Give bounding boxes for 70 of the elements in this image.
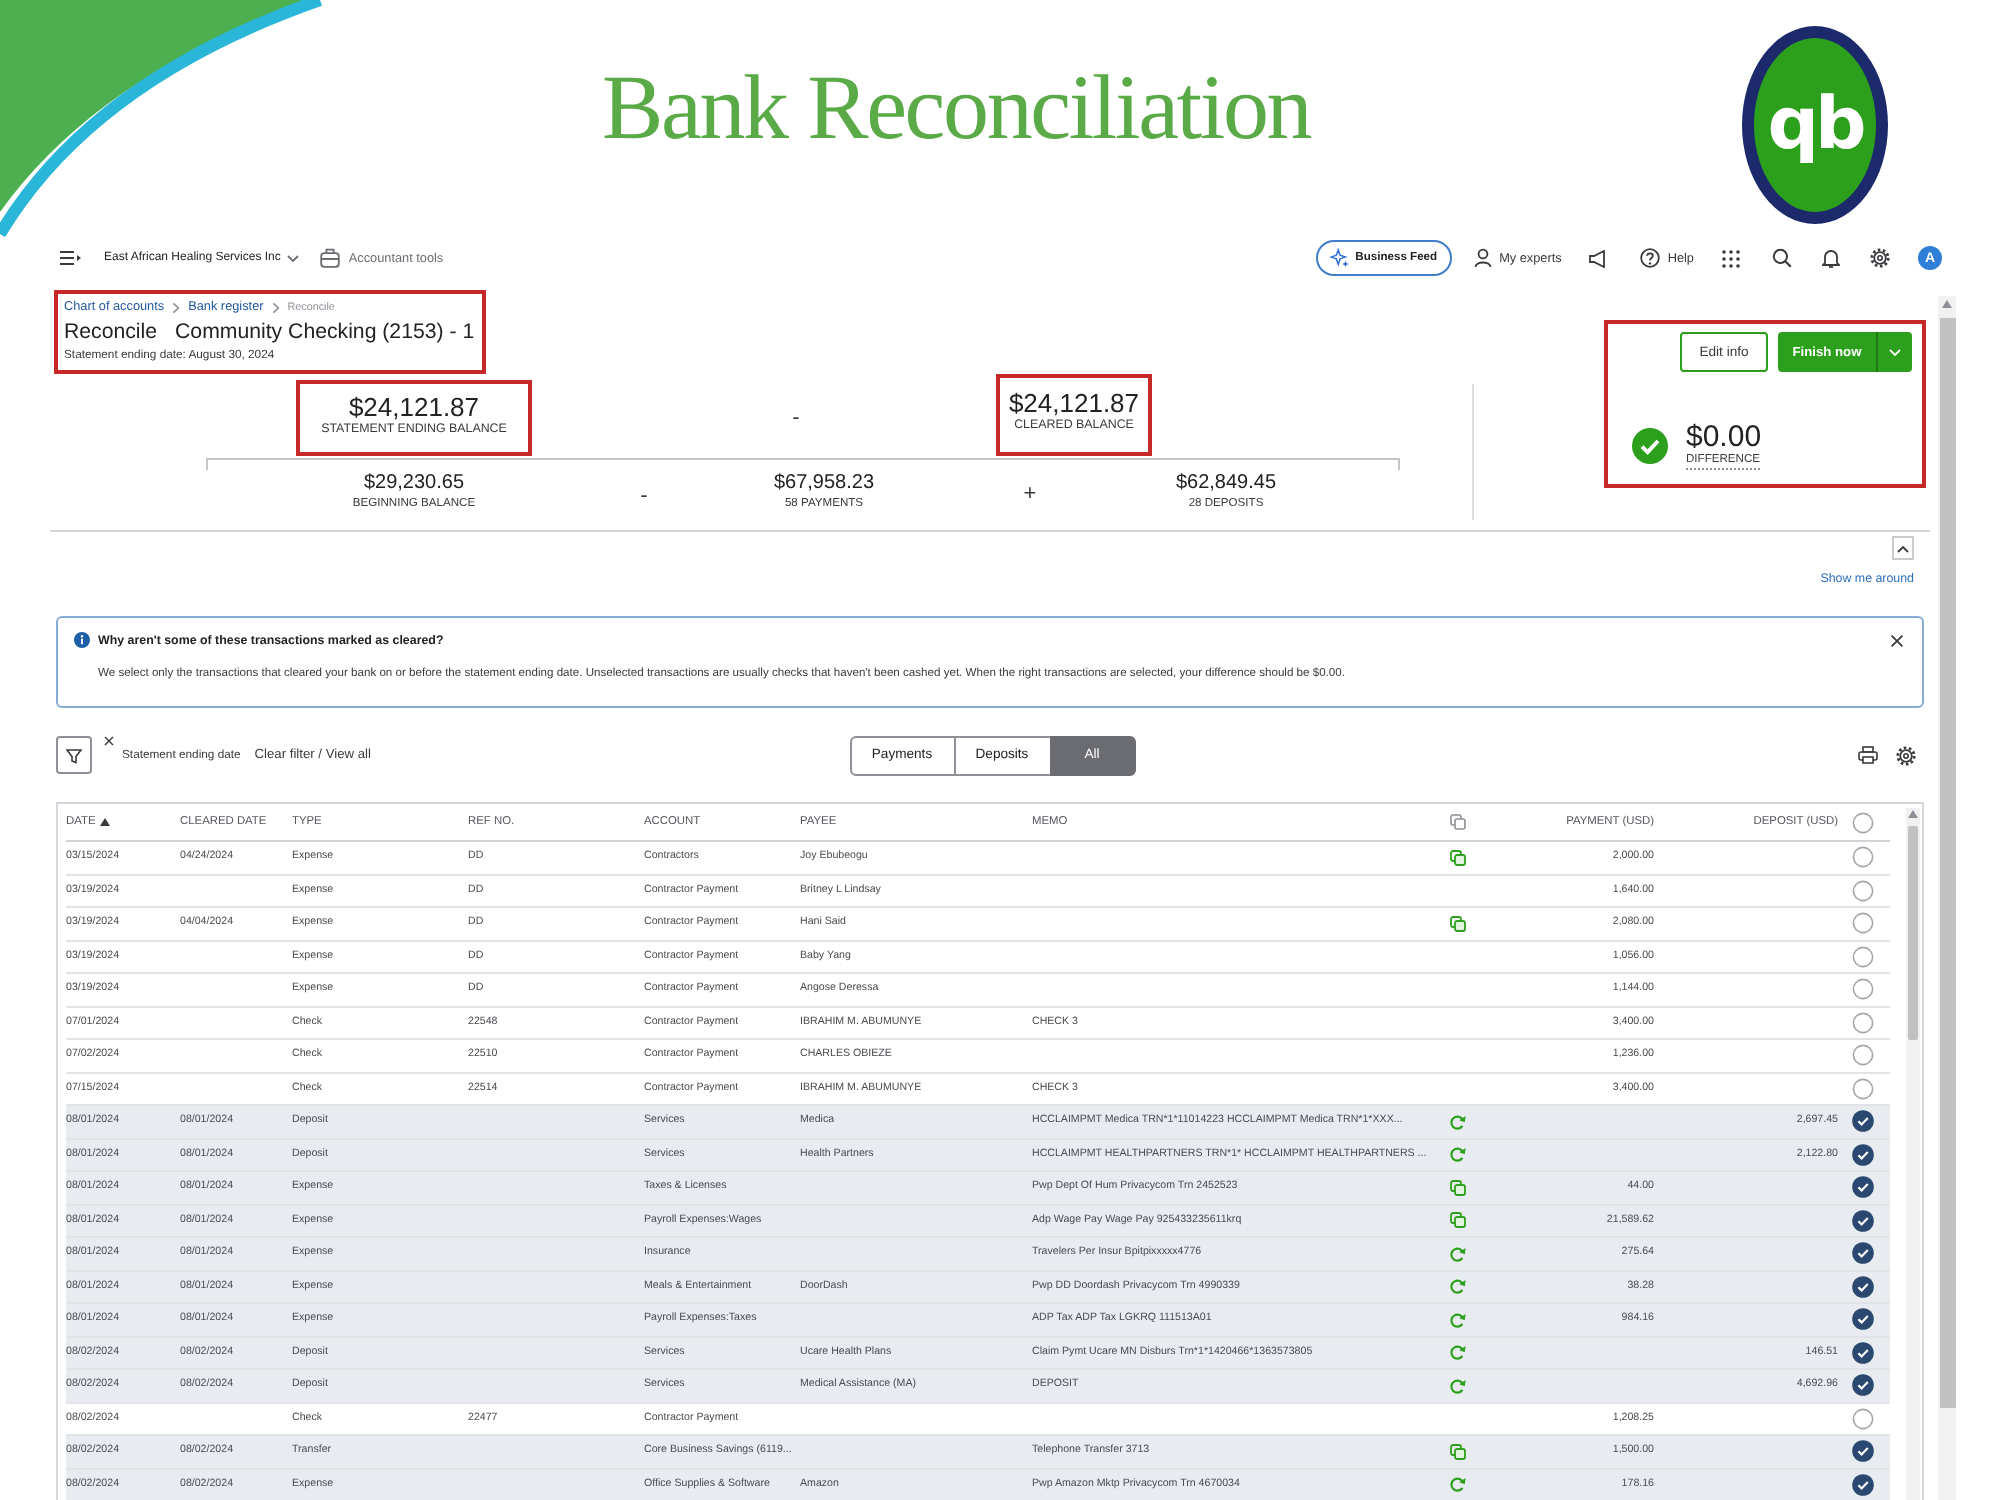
balance-amount: $29,230.65 [363, 472, 465, 496]
cleared-checkbox[interactable] [1852, 1110, 1874, 1133]
scrollbar-track[interactable] [1906, 808, 1920, 1500]
copy-icon[interactable] [1450, 1443, 1466, 1460]
copy-icon[interactable] [1450, 915, 1466, 932]
scroll-up-icon[interactable] [1942, 300, 1952, 308]
balance-amount: $62,849.45 [1175, 472, 1277, 496]
cleared-checkbox[interactable] [1852, 1341, 1874, 1364]
megaphone-icon[interactable] [1587, 249, 1608, 267]
cleared-checkbox[interactable] [1852, 1407, 1874, 1430]
page-heading: Bank Reconciliation [602, 54, 1311, 162]
cleared-checkbox[interactable] [1852, 1209, 1874, 1232]
operator-sign: - [640, 484, 648, 508]
more-options-button[interactable] [1876, 332, 1912, 372]
cleared-checkbox[interactable] [1852, 1473, 1874, 1496]
copy-icon [1450, 814, 1466, 830]
operator-sign: - [792, 406, 800, 430]
circular-arrow-icon[interactable] [1450, 1476, 1466, 1493]
person-icon [1473, 248, 1492, 268]
chevron-down-icon [286, 253, 301, 263]
scrollbar-track[interactable] [1938, 296, 1956, 1500]
select-all-checkbox[interactable] [1852, 811, 1874, 833]
sort-arrow-icon [99, 818, 110, 826]
operator-sign: + [1023, 482, 1037, 506]
cleared-checkbox[interactable] [1852, 1242, 1874, 1265]
settings-icon[interactable] [1870, 248, 1890, 268]
logo: qb [1742, 26, 1888, 224]
menu-icon[interactable] [60, 250, 82, 266]
chevron-right-icon [172, 301, 181, 313]
sparkle-icon [1329, 248, 1350, 268]
funnel-icon [66, 747, 82, 763]
cleared-checkbox[interactable] [1852, 945, 1874, 968]
cleared-checkbox[interactable] [1852, 1143, 1874, 1166]
scroll-up-icon[interactable] [1908, 810, 1918, 818]
settings-icon[interactable] [1896, 745, 1916, 765]
balance-amount: $24,121.87 [348, 392, 480, 422]
cleared-checkbox[interactable] [1852, 1077, 1874, 1100]
collapse-button[interactable] [1892, 536, 1914, 560]
briefcase-icon [320, 248, 341, 268]
cleared-checkbox[interactable] [1852, 1176, 1874, 1199]
close-icon[interactable] [104, 736, 114, 746]
close-icon[interactable] [1890, 633, 1904, 647]
cleared-checkbox[interactable] [1852, 912, 1874, 935]
apps-grid-icon[interactable] [1722, 249, 1740, 267]
cleared-checkbox[interactable] [1852, 978, 1874, 1001]
chevron-down-icon [1888, 347, 1902, 357]
info-icon [74, 632, 90, 648]
cleared-checkbox[interactable] [1852, 1308, 1874, 1331]
balance-amount: $24,121.87 [1008, 388, 1140, 418]
cleared-checkbox[interactable] [1852, 1044, 1874, 1067]
copy-icon[interactable] [1450, 849, 1466, 866]
cleared-checkbox[interactable] [1852, 1011, 1874, 1034]
chevron-right-icon [271, 301, 280, 313]
account-name: Community Checking (2153) - 1 [175, 320, 475, 344]
search-icon[interactable] [1772, 248, 1792, 268]
balance-amount: $67,958.23 [773, 472, 875, 496]
cleared-checkbox[interactable] [1852, 879, 1874, 902]
difference-amount: $0.00 [1686, 420, 1762, 454]
scrollbar-thumb[interactable] [1939, 318, 1955, 1408]
caret-up-icon [1896, 543, 1910, 553]
cleared-checkbox[interactable] [1852, 1374, 1874, 1397]
page-title: Reconcile [64, 320, 158, 344]
help-icon [1639, 248, 1660, 268]
cleared-checkbox[interactable] [1852, 846, 1874, 869]
printer-icon[interactable] [1858, 746, 1878, 764]
filter-button[interactable] [56, 736, 92, 774]
cleared-checkbox[interactable] [1852, 1275, 1874, 1298]
cleared-checkbox[interactable] [1852, 1440, 1874, 1463]
bell-icon[interactable] [1822, 248, 1840, 268]
scrollbar-thumb[interactable] [1908, 826, 1918, 1040]
